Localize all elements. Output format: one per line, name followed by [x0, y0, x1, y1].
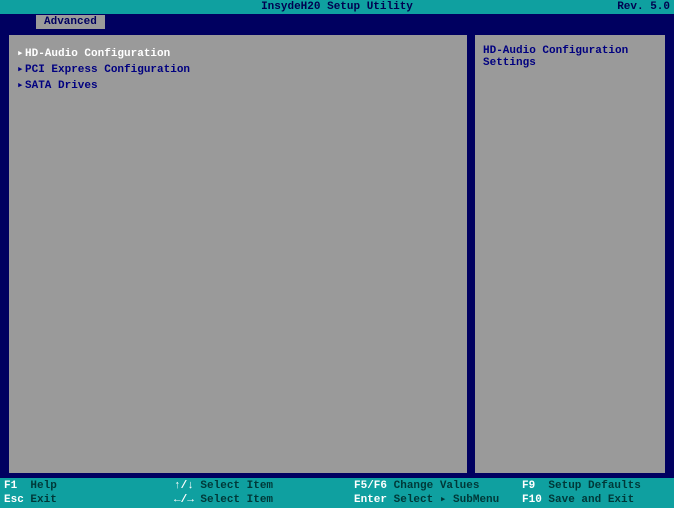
footer-hint-submenu: Enter Select ▸ SubMenu	[354, 493, 522, 507]
footer-col-2: ↑/↓ Select Item ←/→ Select Item	[174, 479, 354, 508]
revision-label: Rev. 5.0	[617, 1, 670, 13]
footer-bar: F1 Help Esc Exit ↑/↓ Select Item ←/→ Sel…	[0, 478, 674, 508]
submenu-arrow-icon: ▸	[17, 78, 25, 92]
footer-hint-change: F5/F6 Change Values	[354, 479, 522, 493]
submenu-arrow-icon: ▸	[17, 62, 25, 76]
footer-col-4: F9 Setup Defaults F10 Save and Exit	[522, 479, 670, 508]
footer-hint-updown: ↑/↓ Select Item	[174, 479, 354, 493]
main-area: ▸HD-Audio Configuration ▸PCI Express Con…	[0, 30, 674, 478]
menu-item-label: HD-Audio Configuration	[25, 48, 170, 60]
menu-item-sata-drives[interactable]: ▸SATA Drives	[17, 77, 459, 93]
footer-hint-help: F1 Help	[4, 479, 174, 493]
footer-hint-save: F10 Save and Exit	[522, 493, 670, 507]
title-bar: InsydeH20 Setup Utility Rev. 5.0	[0, 0, 674, 14]
tab-row: Advanced	[0, 14, 674, 30]
menu-item-pci-express[interactable]: ▸PCI Express Configuration	[17, 61, 459, 77]
menu-panel: ▸HD-Audio Configuration ▸PCI Express Con…	[8, 34, 468, 474]
app-title: InsydeH20 Setup Utility	[261, 1, 413, 13]
footer-hint-exit: Esc Exit	[4, 493, 174, 507]
footer-col-1: F1 Help Esc Exit	[4, 479, 174, 508]
footer-col-3: F5/F6 Change Values Enter Select ▸ SubMe…	[354, 479, 522, 508]
help-panel: HD-Audio Configuration Settings	[474, 34, 666, 474]
footer-hint-leftright: ←/→ Select Item	[174, 493, 354, 507]
menu-item-label: SATA Drives	[25, 80, 98, 92]
footer-hint-defaults: F9 Setup Defaults	[522, 479, 670, 493]
menu-item-label: PCI Express Configuration	[25, 64, 190, 76]
submenu-arrow-icon: ▸	[17, 46, 25, 60]
tab-advanced[interactable]: Advanced	[36, 15, 105, 29]
help-text: HD-Audio Configuration Settings	[483, 45, 657, 69]
menu-item-hd-audio[interactable]: ▸HD-Audio Configuration	[17, 45, 459, 61]
